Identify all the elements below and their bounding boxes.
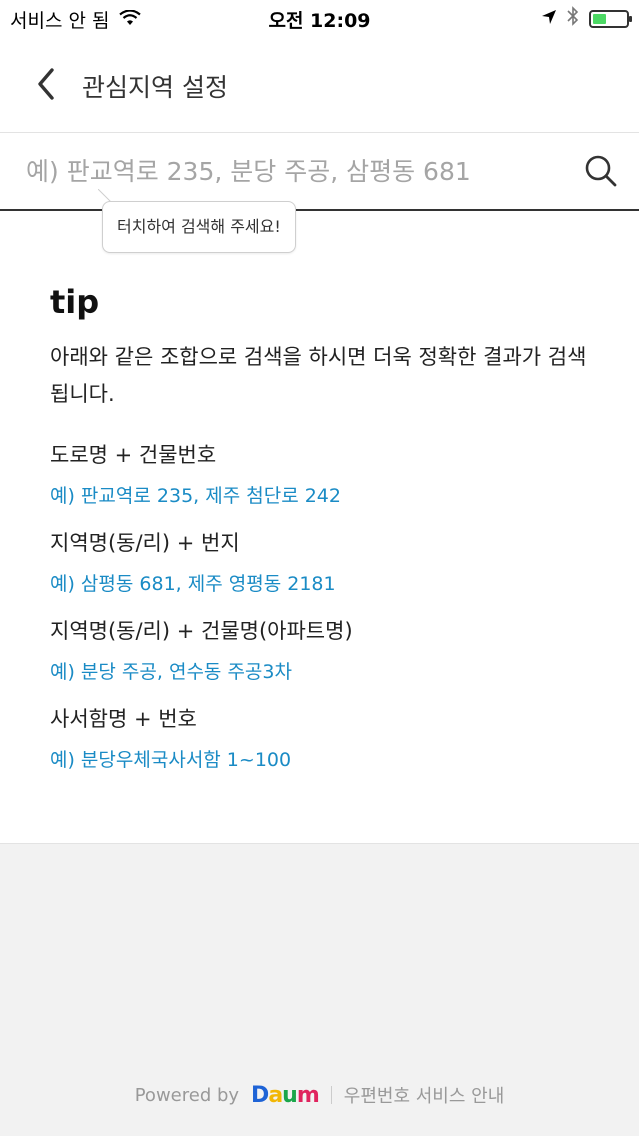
- tip-item-label: 도로명 + 건물번호: [50, 443, 217, 467]
- tip-item-example: 예) 삼평동 681, 제주 영평동 2181: [50, 573, 336, 595]
- logo-letter: D: [251, 1082, 269, 1108]
- search-tooltip[interactable]: 터치하여 검색해 주세요!: [102, 201, 296, 253]
- logo-letter: m: [296, 1082, 320, 1108]
- tip-item-example: 예) 분당우체국사서함 1~100: [50, 749, 292, 771]
- postcode-guide-link[interactable]: 우편번호 서비스 안내: [344, 1082, 504, 1108]
- tip-title: tip: [50, 283, 100, 321]
- tip-item-label: 사서함명 + 번호: [50, 707, 197, 731]
- page-title: 관심지역 설정: [82, 73, 228, 102]
- nav-header: 관심지역 설정: [0, 36, 639, 133]
- bluetooth-icon: [567, 6, 579, 31]
- daum-logo[interactable]: D a u m: [251, 1082, 320, 1108]
- tip-item-label: 지역명(동/리) + 건물명(아파트명): [50, 619, 353, 643]
- tip-item-example: 예) 분당 주공, 연수동 주공3차: [50, 661, 292, 683]
- search-button[interactable]: [583, 153, 619, 189]
- status-right: [541, 6, 632, 31]
- logo-letter: a: [268, 1082, 283, 1108]
- footer: Powered by D a u m 우편번호 서비스 안내: [0, 1082, 639, 1108]
- location-arrow-icon: [541, 8, 557, 30]
- search-input[interactable]: [26, 151, 566, 191]
- tip-item-label: 지역명(동/리) + 번지: [50, 531, 240, 555]
- tip-description: 아래와 같은 조합으로 검색을 하시면 더욱 정확한 결과가 검색됩니다.: [50, 345, 587, 406]
- tip-content: 터치하여 검색해 주세요! tip 아래와 같은 조합으로 검색을 하시면 더욱…: [0, 189, 639, 844]
- powered-by-label: Powered by: [134, 1084, 240, 1106]
- battery-fill: [593, 13, 606, 24]
- tip-item-example: 예) 판교역로 235, 제주 첨단로 242: [50, 485, 341, 507]
- footer-divider: [330, 1086, 332, 1104]
- back-button[interactable]: [30, 66, 66, 102]
- status-bar: 서비스 안 됨 오전 12:09: [0, 0, 639, 36]
- search-bar: [0, 133, 639, 211]
- battery-icon: [589, 9, 632, 28]
- chevron-left-icon: [38, 68, 54, 100]
- search-icon: [585, 155, 617, 187]
- logo-letter: u: [282, 1082, 298, 1108]
